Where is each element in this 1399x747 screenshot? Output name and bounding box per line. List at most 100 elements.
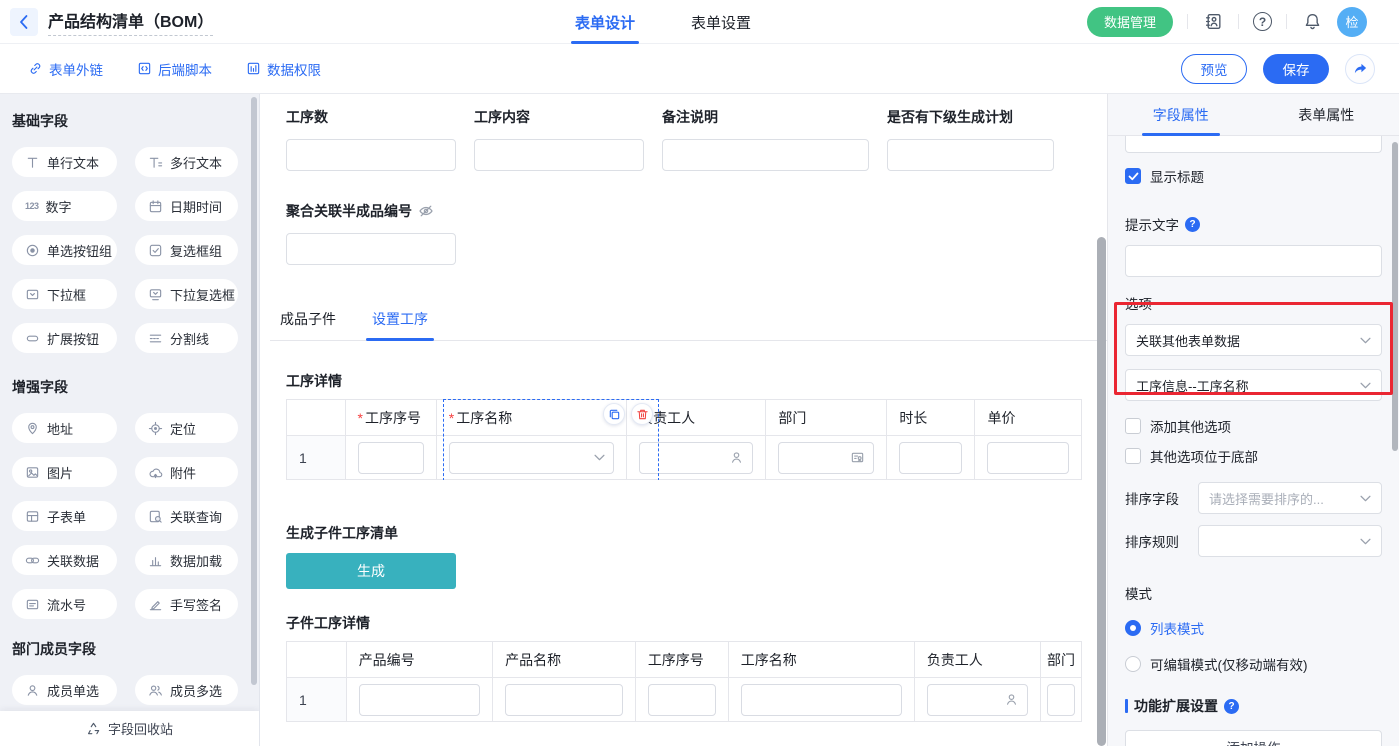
field-item-member-multi[interactable]: 成员多选 [135, 675, 238, 705]
col-unit-price[interactable]: 单价 [975, 400, 1082, 436]
col-process-no[interactable]: 工序序号 [635, 642, 728, 678]
canvas-scrollbar[interactable] [1097, 237, 1106, 746]
has-sub-plan-input[interactable] [887, 139, 1054, 171]
department-input[interactable] [1047, 684, 1075, 716]
add-action-button[interactable]: 添加操作 [1125, 730, 1382, 746]
tab-form-settings[interactable]: 表单设置 [691, 0, 751, 44]
field-item-single-line-text[interactable]: 单行文本 [12, 147, 117, 177]
panel-scrollbar[interactable] [1392, 142, 1398, 451]
field-item-image[interactable]: 图片 [12, 457, 117, 487]
field-title-input-clipped[interactable] [1125, 136, 1382, 153]
field-item-datetime[interactable]: 日期时间 [135, 191, 238, 221]
share-button[interactable] [1345, 54, 1375, 84]
help-icon[interactable]: ? [1253, 12, 1272, 31]
user-avatar[interactable]: 检 [1337, 7, 1367, 37]
col-product-no[interactable]: 产品编号 [346, 642, 492, 678]
list-mode-radio[interactable] [1125, 620, 1141, 636]
field-recycle-bin[interactable]: 字段回收站 [0, 711, 259, 746]
process-no-input[interactable] [648, 684, 716, 716]
add-other-option-row: 添加其他选项 [1125, 416, 1382, 436]
field-aggregate-semi-product-no[interactable]: 聚合关联半成品编号 [286, 201, 1107, 265]
notification-bell-icon[interactable] [1301, 11, 1323, 33]
generate-button[interactable]: 生成 [286, 553, 456, 589]
worker-input[interactable] [927, 684, 1028, 716]
form-external-link[interactable]: 表单外链 [28, 59, 103, 79]
process-count-input[interactable] [286, 139, 456, 171]
field-remark[interactable]: 备注说明 [662, 107, 869, 171]
remark-input[interactable] [662, 139, 869, 171]
field-item-linked-data[interactable]: 关联数据 [12, 545, 117, 575]
field-item-address[interactable]: 地址 [12, 413, 117, 443]
col-product-name[interactable]: 产品名称 [493, 642, 636, 678]
product-no-input[interactable] [359, 684, 480, 716]
field-item-attachment[interactable]: 附件 [135, 457, 238, 487]
field-item-checkbox-group[interactable]: 复选框组 [135, 235, 238, 265]
field-item-select[interactable]: 下拉框 [12, 279, 117, 309]
field-item-location[interactable]: 定位 [135, 413, 238, 443]
col-department[interactable]: 部门 [1040, 642, 1081, 678]
field-item-member-single[interactable]: 成员单选 [12, 675, 117, 705]
option-field-value: 工序信息--工序名称 [1136, 376, 1360, 395]
field-item-data-load[interactable]: 数据加载 [135, 545, 238, 575]
back-button[interactable] [10, 8, 38, 36]
col-department[interactable]: 部门 [766, 400, 887, 436]
sort-field-dropdown[interactable]: 请选择需要排序的... [1198, 482, 1382, 514]
field-item-linked-query[interactable]: 关联查询 [135, 501, 238, 531]
sidebar-scrollbar[interactable] [251, 97, 257, 685]
field-item-signature[interactable]: 手写签名 [135, 589, 238, 619]
process-name-input[interactable] [741, 684, 902, 716]
col-worker[interactable]: 负责工人 [914, 642, 1040, 678]
tab-form-design[interactable]: 表单设计 [575, 0, 635, 44]
aggregate-semi-product-no-input[interactable] [286, 233, 456, 265]
hint-text-input[interactable] [1125, 245, 1382, 277]
add-other-option-checkbox[interactable] [1125, 418, 1141, 434]
data-permission-link[interactable]: 数据权限 [246, 59, 321, 79]
field-label: 工序内容 [474, 107, 644, 127]
index-header [287, 400, 346, 436]
contacts-icon[interactable] [1202, 11, 1224, 33]
col-duration[interactable]: 时长 [887, 400, 975, 436]
backend-script-link[interactable]: 后端脚本 [137, 59, 212, 79]
process-content-input[interactable] [474, 139, 644, 171]
product-name-input[interactable] [505, 684, 623, 716]
preview-button[interactable]: 预览 [1181, 54, 1247, 84]
option-source-dropdown[interactable]: 关联其他表单数据 [1125, 324, 1382, 356]
field-item-extension-button[interactable]: 扩展按钮 [12, 323, 117, 353]
field-has-sub-plan[interactable]: 是否有下级生成计划 [887, 107, 1054, 171]
field-item-subform[interactable]: 子表单 [12, 501, 117, 531]
col-process-name[interactable]: *工序名称 [436, 400, 626, 436]
delete-column-button[interactable] [631, 403, 653, 425]
extension-help-icon[interactable]: ? [1224, 699, 1239, 714]
copy-column-button[interactable] [603, 403, 625, 425]
field-item-multi-line-text[interactable]: 多行文本 [135, 147, 238, 177]
hint-text-row: 提示文字 ? [1125, 214, 1382, 234]
col-process-name[interactable]: 工序名称 [728, 642, 914, 678]
unit-price-input[interactable] [987, 442, 1069, 474]
save-button[interactable]: 保存 [1263, 54, 1329, 84]
show-title-checkbox[interactable] [1125, 168, 1141, 184]
hint-help-icon[interactable]: ? [1185, 217, 1200, 232]
col-process-no[interactable]: *工序序号 [345, 400, 436, 436]
field-item-serial-number[interactable]: 流水号 [12, 589, 117, 619]
field-item-multi-select[interactable]: 下拉复选框 [135, 279, 238, 309]
field-item-label: 关联数据 [47, 551, 99, 570]
tab-field-properties[interactable]: 字段属性 [1108, 94, 1254, 135]
department-input[interactable] [778, 442, 874, 474]
other-option-bottom-checkbox[interactable] [1125, 448, 1141, 464]
tab-set-process[interactable]: 设置工序 [372, 309, 428, 340]
option-field-dropdown[interactable]: 工序信息--工序名称 [1125, 369, 1382, 401]
field-item-divider[interactable]: 分割线 [135, 323, 238, 353]
worker-input[interactable] [639, 442, 753, 474]
editable-mode-radio[interactable] [1125, 656, 1141, 672]
sort-rule-dropdown[interactable] [1198, 525, 1382, 557]
field-process-content[interactable]: 工序内容 [474, 107, 644, 171]
data-manage-button[interactable]: 数据管理 [1087, 7, 1173, 37]
duration-input[interactable] [899, 442, 962, 474]
field-item-number[interactable]: 123 数字 [12, 191, 117, 221]
field-item-radio-group[interactable]: 单选按钮组 [12, 235, 117, 265]
tab-form-properties[interactable]: 表单属性 [1254, 94, 1399, 135]
process-name-select[interactable] [449, 442, 614, 474]
tab-finished-sub-parts[interactable]: 成品子件 [280, 309, 336, 340]
field-process-count[interactable]: 工序数 [286, 107, 456, 171]
process-no-input[interactable] [358, 442, 424, 474]
